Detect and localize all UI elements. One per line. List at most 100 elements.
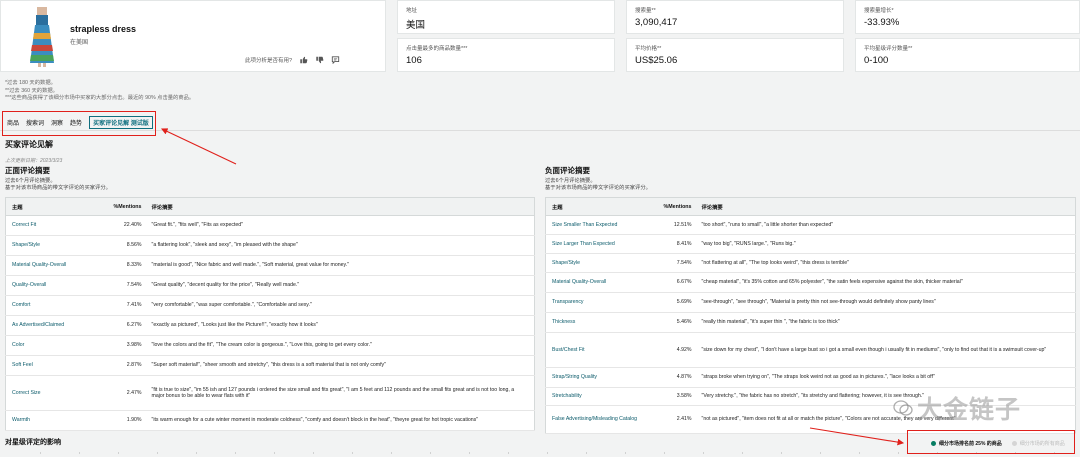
negative-summary-desc: 过去6个月评论摘要。 基于对该市场商品的带文字评论的买家评分。	[545, 178, 651, 192]
footnote: **过去 360 天的数据。	[5, 87, 58, 94]
chart-legend: 细分市场排名前 25% 的商品 细分市场的所有商品	[931, 440, 1065, 447]
desc-line: 基于对该市场商品的带文字评论的买家评分。	[545, 185, 651, 191]
topic-cell: Size Smaller Than Expected	[545, 215, 646, 235]
mentions-cell: 7.54%	[87, 275, 146, 296]
metric-value: 0-100	[864, 55, 889, 66]
topic-cell: Soft Feel	[5, 355, 88, 376]
topic-cell: False Advertising/Misleading Catalog	[545, 405, 646, 434]
desc-line: 基于对该市场商品的带文字评论的买家评分。	[5, 185, 111, 191]
topic-cell: As Advertised/Claimed	[5, 315, 88, 336]
summary-cell: "not flattering at all", "The top looks …	[695, 253, 1076, 273]
mentions-cell: 1.90%	[87, 410, 146, 431]
column-header-mentions[interactable]: %Mentions	[87, 197, 146, 216]
table-row: Comfort 7.41% "very comfortable", "was sup…	[5, 295, 535, 316]
topic-cell: Thickness	[545, 312, 646, 333]
metric-card-location: 地址 美国	[397, 0, 615, 34]
summary-cell: "material is good", "Nice fabric and wel…	[145, 255, 535, 276]
metric-value: 3,090,417	[635, 17, 678, 28]
column-header-summary: 评论摘要	[145, 197, 535, 216]
topic-cell: Strap/String Quality	[545, 367, 646, 388]
topic-cell: Shape/Style	[545, 253, 646, 273]
mentions-cell: 22.40%	[87, 215, 146, 236]
topic-cell: Transparency	[545, 292, 646, 313]
table-row: Size Smaller Than Expected 12.51% "too sho…	[545, 215, 1076, 235]
feedback-row: 此项分析是否有用?	[245, 56, 340, 64]
section-title: 买家评论见解	[5, 140, 53, 149]
summary-cell: "love the colors and the fit", "The crea…	[145, 335, 535, 356]
footnote: *过去 180 天的数据。	[5, 80, 56, 86]
metric-card-search-growth: 搜索量增长* -33.93%	[855, 0, 1080, 34]
legend-dot	[1011, 441, 1017, 446]
table-row: As Advertised/Claimed 6.27% "exactly as pi…	[5, 315, 535, 336]
metric-label: 平均价格**	[635, 46, 662, 52]
metric-value: 106	[406, 55, 422, 66]
table-row: Size Larger Than Expected 8.41% "way too b…	[545, 234, 1076, 254]
desc-line: 过去6个月评论摘要。	[5, 178, 56, 184]
topic-cell: Correct Size	[5, 375, 88, 411]
metric-label: 搜索量增长*	[864, 8, 894, 14]
mentions-cell: 8.33%	[87, 255, 146, 276]
mentions-cell: 8.41%	[645, 234, 696, 254]
metric-card-search-volume: 搜索量** 3,090,417	[626, 0, 844, 34]
table-row: Warmth 1.90% "its warm enough for a cute w…	[5, 410, 535, 431]
legend-dot	[931, 441, 936, 446]
summary-cell: "Super soft material!", "sheer smooth an…	[145, 355, 535, 376]
table-row: Transparency 5.69% "see-through", "see thr…	[545, 292, 1076, 313]
mentions-cell: 2.41%	[645, 405, 696, 434]
desc-line: 过去6个月评论摘要。	[545, 178, 596, 184]
product-title: strapless dress	[70, 24, 137, 34]
metric-value: 美国	[406, 20, 426, 31]
mentions-cell: 7.41%	[87, 295, 146, 316]
summary-cell: "size down for my chest", "I don't have …	[695, 332, 1076, 368]
column-header-summary: 评论摘要	[695, 197, 1076, 216]
mentions-cell: 6.67%	[645, 272, 696, 293]
topic-cell: Color	[5, 335, 88, 356]
table-row: Correct Size 2.47% "fit is true to size", …	[5, 375, 535, 411]
column-header-topic[interactable]: 主题	[545, 197, 646, 216]
table-row: Correct Fit 22.40% "Great fit.", "fits wel…	[5, 215, 535, 236]
legend-label: 细分市场的所有商品	[1019, 441, 1065, 447]
thumbs-down-icon[interactable]	[315, 56, 324, 64]
tab-highlight-box	[2, 111, 156, 136]
metric-value: US$25.06	[635, 55, 678, 66]
watermark-text: 大金链子	[917, 395, 1022, 424]
mentions-cell: 4.87%	[645, 367, 696, 388]
metric-card-top-clicked: 点击量最多的商品数量*** 106	[397, 38, 615, 72]
summary-cell: "straps broke when trying on", "The stra…	[695, 367, 1076, 388]
positive-summary-desc: 过去6个月评论摘要。 基于对该市场商品的带文字评论的买家评分。	[5, 178, 111, 192]
mentions-cell: 3.58%	[645, 387, 696, 406]
table-row: Material Quality-Overall 8.33% "material i…	[5, 255, 535, 276]
product-image	[30, 7, 54, 67]
summary-cell: "see-through", "see through", "Material …	[695, 292, 1076, 313]
legend-item-all[interactable]: 细分市场的所有商品	[1011, 440, 1065, 447]
summary-cell: "Great fit.", "fits well", "Fits as expe…	[145, 215, 535, 236]
summary-cell: "very comfortable", "was super comfortab…	[145, 295, 535, 316]
thumbs-up-icon[interactable]	[299, 56, 308, 64]
footnotes: *过去 180 天的数据。 **过去 360 天的数据。 ***这些商品获得了该…	[5, 80, 194, 103]
mentions-cell: 12.51%	[645, 215, 696, 235]
metric-card-avg-price: 平均价格** US$25.06	[626, 38, 844, 72]
mentions-cell: 3.98%	[87, 335, 146, 356]
table-row: Color 3.98% "love the colors and the fit",…	[5, 335, 535, 356]
column-header-topic[interactable]: 主题	[5, 197, 88, 216]
mentions-cell: 8.56%	[87, 235, 146, 256]
column-header-mentions[interactable]: %Mentions	[645, 197, 696, 216]
topic-cell: Material Quality-Overall	[5, 255, 88, 276]
summary-cell: "too short", "runs to small", "a little …	[695, 215, 1076, 235]
table-header-row: 主题 %Mentions 评论摘要	[5, 197, 535, 216]
metric-value: -33.93%	[864, 17, 900, 28]
metric-label: 搜索量**	[635, 8, 656, 14]
mentions-cell: 5.46%	[645, 312, 696, 333]
summary-cell: "cheap material", "it's 35% cotton and 6…	[695, 272, 1076, 293]
rating-impact-title: 对星级评定的影响	[5, 439, 61, 446]
mentions-cell: 5.69%	[645, 292, 696, 313]
mentions-cell: 7.54%	[645, 253, 696, 273]
feedback-question: 此项分析是否有用?	[245, 58, 293, 64]
legend-item-top25[interactable]: 细分市场排名前 25% 的商品	[931, 440, 1002, 447]
metric-label: 点击量最多的商品数量***	[406, 46, 468, 52]
table-row: Soft Feel 2.87% "Super soft material!", "s…	[5, 355, 535, 376]
table-header-row: 主题 %Mentions 评论摘要	[545, 197, 1076, 216]
topic-cell: Quality-Overall	[5, 275, 88, 296]
topic-cell: Size Larger Than Expected	[545, 234, 646, 254]
comment-icon[interactable]	[331, 56, 340, 64]
